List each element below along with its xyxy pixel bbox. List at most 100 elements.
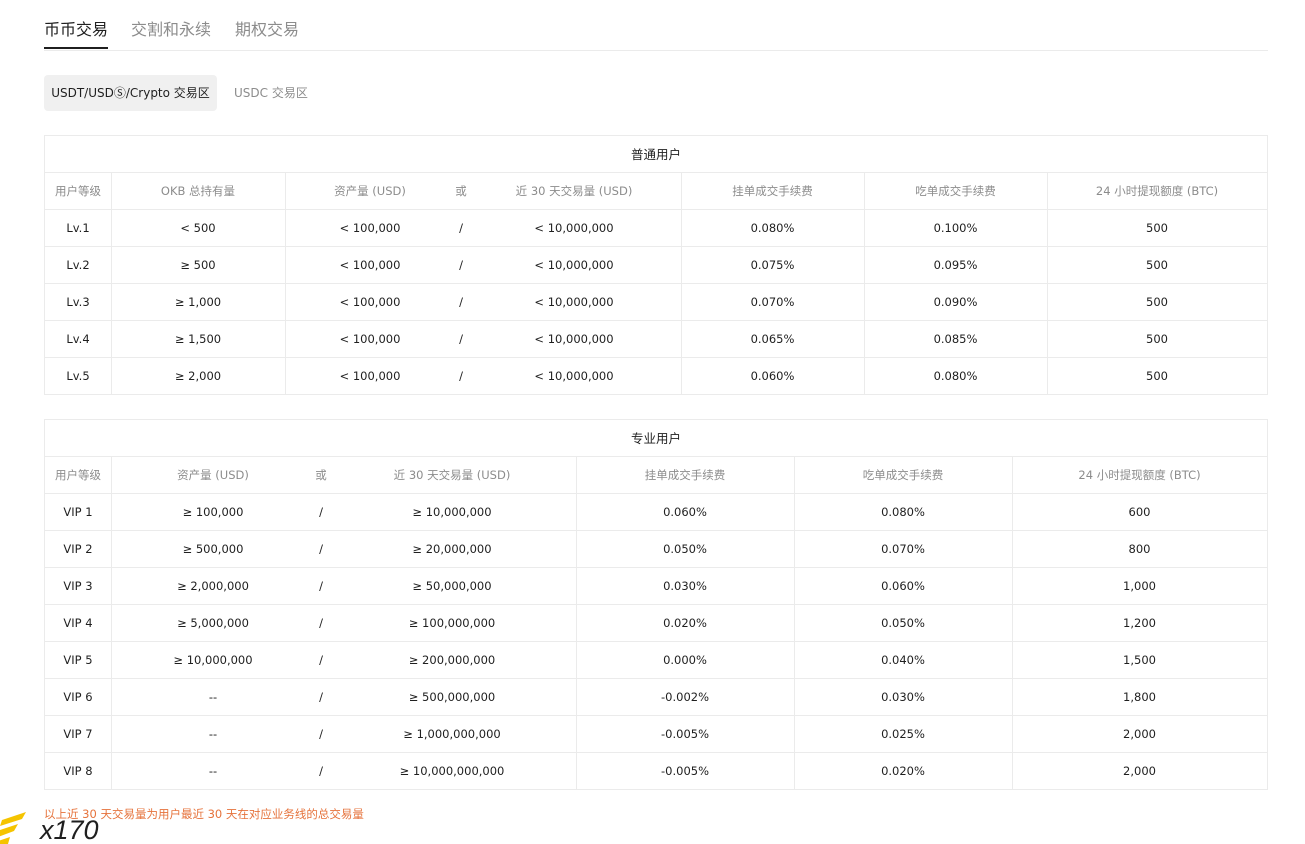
cell-taker: 0.050% (881, 616, 925, 630)
cell-maker: 0.070% (750, 295, 795, 309)
cell-taker: 0.040% (881, 653, 925, 667)
cell-sep: / (319, 542, 323, 556)
table-row: Lv.3 ≥ 1,000 < 100,000 / < 10,000,000 0.070% 0… (45, 284, 1267, 321)
cell-maker: 0.065% (750, 332, 795, 346)
cell-taker: 0.025% (881, 727, 925, 741)
cell-taker: 0.080% (881, 505, 925, 519)
cell-withdraw: 500 (1146, 258, 1168, 272)
cell-maker: 0.080% (750, 221, 795, 235)
cell-maker: 0.060% (663, 505, 707, 519)
header-level: 用户等级 (55, 184, 101, 198)
subtab-usdc-zone[interactable]: USDC 交易区 (234, 75, 308, 111)
cell-sep: / (319, 690, 323, 704)
header-withdraw-limit: 24 小时提现额度 (BTC) (1095, 184, 1219, 198)
cell-withdraw: 1,800 (1123, 690, 1156, 704)
cell-withdraw: 500 (1146, 369, 1168, 383)
cell-level: VIP 5 (63, 653, 93, 667)
table-row: Lv.5 ≥ 2,000 < 100,000 / < 10,000,000 0.060% 0… (45, 358, 1267, 395)
column-divider (111, 457, 112, 789)
cell-sep: / (459, 295, 463, 309)
column-divider (681, 173, 682, 394)
cell-assets: -- (208, 690, 218, 704)
cell-withdraw: 2,000 (1123, 764, 1156, 778)
cell-okb: ≥ 1,000 (174, 295, 222, 309)
cell-level: Lv.4 (66, 332, 90, 346)
cell-volume: ≥ 10,000,000 (412, 505, 492, 519)
subtab-usdt-zone[interactable]: USDT/USDⓈ/Crypto 交易区 (44, 75, 217, 111)
table-row: VIP 1 ≥ 100,000 / ≥ 10,000,000 0.060% 0.080% 6… (45, 494, 1267, 531)
trade-type-tabs: 币币交易 交割和永续 期权交易 (44, 0, 1268, 51)
table-header-row: 用户等级 资产量 (USD) 或 近 30 天交易量 (USD) 挂单成交手续费… (45, 457, 1267, 494)
cell-assets: < 100,000 (339, 258, 401, 272)
cell-withdraw: 500 (1146, 295, 1168, 309)
header-or: 或 (315, 468, 327, 482)
cell-assets: ≥ 2,000,000 (177, 579, 249, 593)
cell-volume: ≥ 1,000,000,000 (403, 727, 501, 741)
cell-withdraw: 500 (1146, 221, 1168, 235)
cell-withdraw: 1,200 (1123, 616, 1156, 630)
cell-maker: -0.005% (661, 727, 709, 741)
header-taker-fee: 吃单成交手续费 (915, 184, 996, 198)
header-maker-fee: 挂单成交手续费 (644, 468, 726, 482)
cell-sep: / (319, 727, 323, 741)
cell-maker: 0.030% (663, 579, 707, 593)
table-row: Lv.4 ≥ 1,500 < 100,000 / < 10,000,000 0.065% 0… (45, 321, 1267, 358)
cell-withdraw: 1,000 (1123, 579, 1156, 593)
tab-futures-perpetual[interactable]: 交割和永续 (131, 16, 211, 40)
column-divider (794, 457, 795, 789)
cell-assets: ≥ 10,000,000 (173, 653, 253, 667)
column-divider (1012, 457, 1013, 789)
header-maker-fee: 挂单成交手续费 (732, 184, 813, 198)
cell-volume: < 10,000,000 (534, 332, 614, 346)
cell-okb: < 500 (180, 221, 216, 235)
cell-maker: 0.060% (750, 369, 795, 383)
cell-withdraw: 2,000 (1123, 727, 1156, 741)
table-title: 专业用户 (45, 420, 1267, 457)
table-row: VIP 8 -- / ≥ 10,000,000,000 -0.005% 0.020% 2,0… (45, 753, 1267, 790)
cell-sep: / (459, 332, 463, 346)
table-header-row: 用户等级 OKB 总持有量 资产量 (USD) 或 近 30 天交易量 (USD… (45, 173, 1267, 210)
header-taker-fee: 吃单成交手续费 (862, 468, 944, 482)
header-volume: 近 30 天交易量 (USD) (515, 184, 633, 198)
cell-assets: ≥ 500,000 (182, 542, 244, 556)
cell-withdraw: 600 (1128, 505, 1151, 519)
cell-withdraw: 500 (1146, 332, 1168, 346)
cell-taker: 0.100% (933, 221, 978, 235)
cell-assets: ≥ 5,000,000 (177, 616, 249, 630)
cell-volume: < 10,000,000 (534, 221, 614, 235)
tab-spot[interactable]: 币币交易 (44, 16, 108, 40)
cell-volume: < 10,000,000 (534, 295, 614, 309)
regular-user-fee-table: 普通用户 用户等级 OKB 总持有量 资产量 (USD) 或 近 30 天交易量… (44, 135, 1268, 395)
column-divider (576, 457, 577, 789)
cell-volume: ≥ 10,000,000,000 (399, 764, 505, 778)
header-or: 或 (455, 184, 467, 198)
cell-sep: / (459, 221, 463, 235)
cell-withdraw: 1,500 (1123, 653, 1156, 667)
cell-sep: / (319, 505, 323, 519)
tab-options[interactable]: 期权交易 (235, 16, 299, 40)
column-divider (864, 173, 865, 394)
cell-level: Lv.2 (66, 258, 90, 272)
header-withdraw-limit: 24 小时提现额度 (BTC) (1078, 468, 1201, 482)
table-row: VIP 5 ≥ 10,000,000 / ≥ 200,000,000 0.000% 0.0… (45, 642, 1267, 679)
header-assets: 资产量 (USD) (177, 468, 249, 482)
pro-user-fee-table: 专业用户 用户等级 资产量 (USD) 或 近 30 天交易量 (USD) 挂单… (44, 419, 1268, 790)
header-level: 用户等级 (55, 468, 101, 482)
cell-sep: / (459, 369, 463, 383)
cell-maker: -0.005% (661, 764, 709, 778)
cell-volume: ≥ 50,000,000 (412, 579, 492, 593)
column-divider (285, 173, 286, 394)
cell-assets: -- (208, 764, 218, 778)
logo-text: x170 (38, 815, 99, 844)
cell-level: Lv.1 (66, 221, 90, 235)
cell-level: VIP 6 (63, 690, 93, 704)
table-row: VIP 6 -- / ≥ 500,000,000 -0.002% 0.030% 1,800 (45, 679, 1267, 716)
cell-sep: / (319, 616, 323, 630)
cell-level: VIP 4 (63, 616, 93, 630)
column-divider (1047, 173, 1048, 394)
table-row: VIP 7 -- / ≥ 1,000,000,000 -0.005% 0.025% 2,00… (45, 716, 1267, 753)
cell-sep: / (459, 258, 463, 272)
cell-taker: 0.080% (933, 369, 978, 383)
cell-level: VIP 3 (63, 579, 93, 593)
cell-maker: 0.050% (663, 542, 707, 556)
